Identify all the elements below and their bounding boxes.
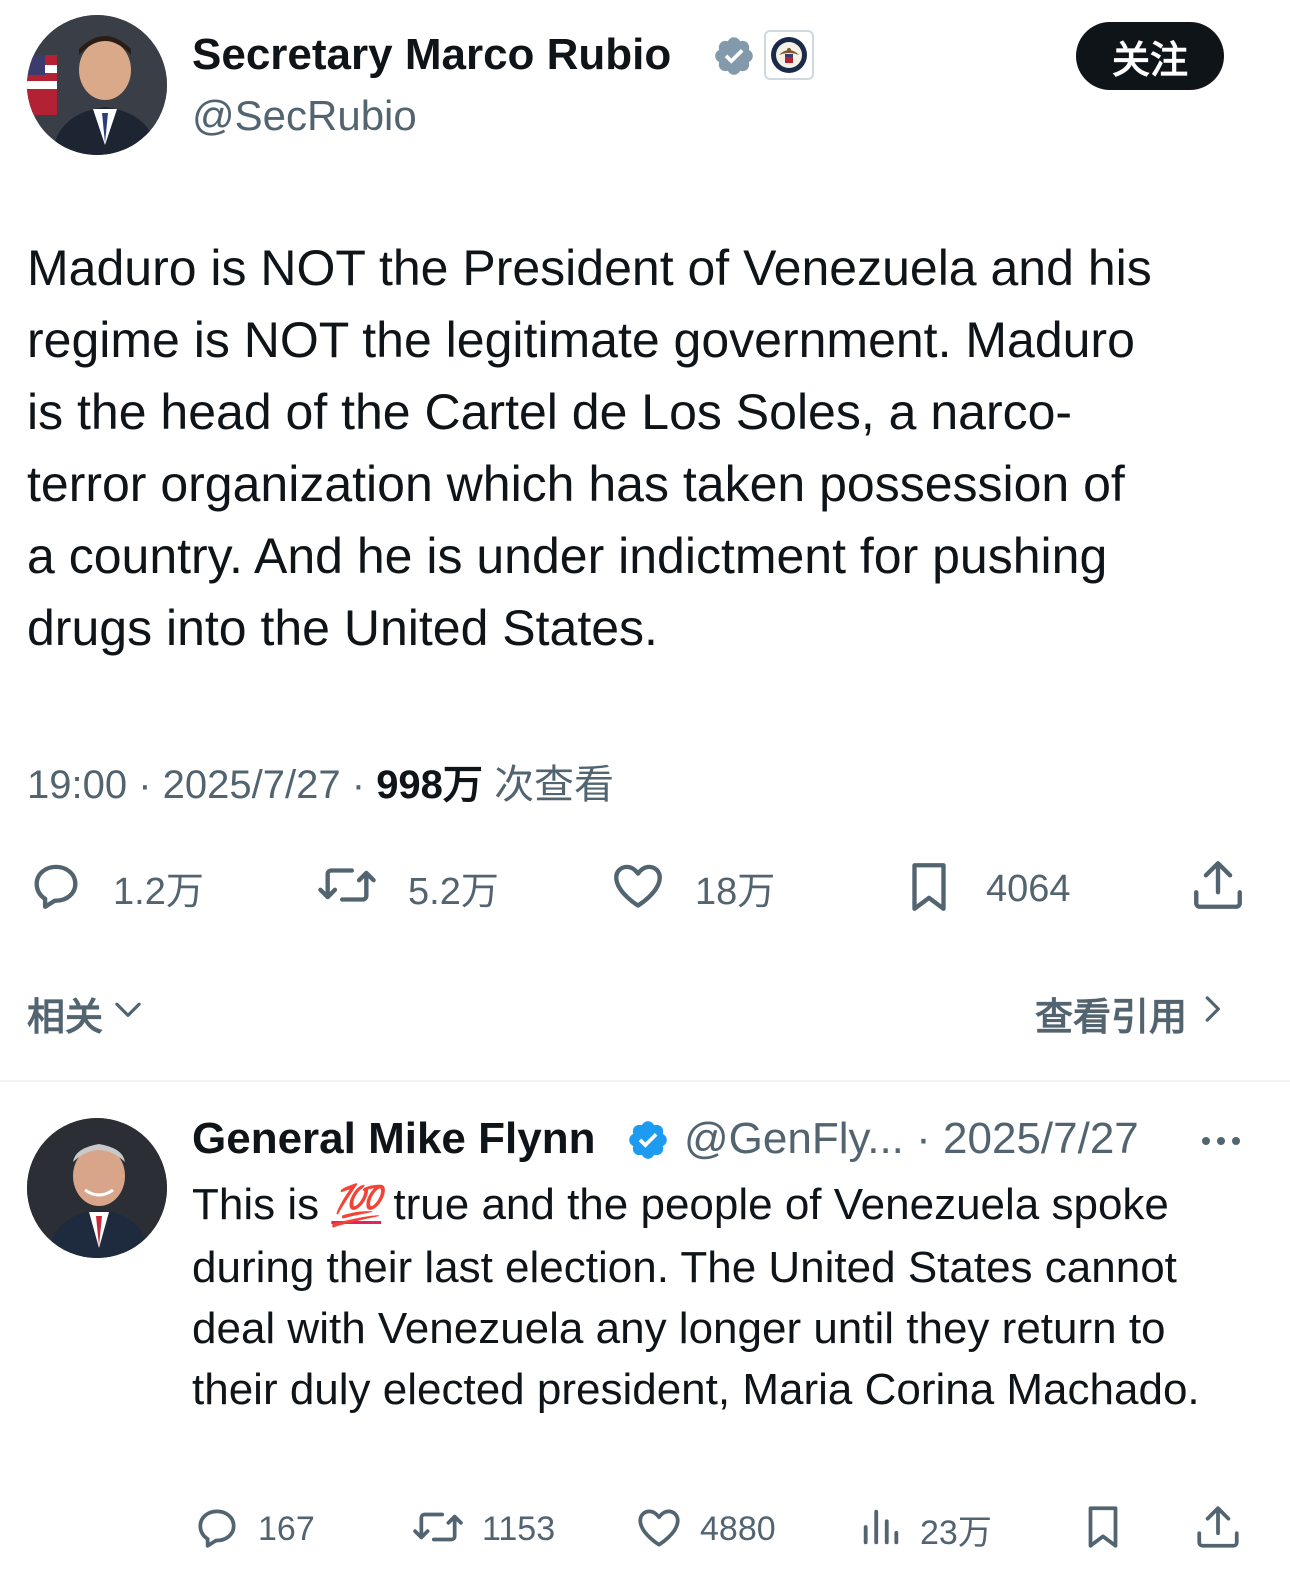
reply-text-start: This is <box>192 1180 332 1229</box>
reply-views-count: 23万 <box>920 1514 992 1552</box>
section-divider <box>0 1080 1290 1082</box>
views-icon <box>858 1502 904 1557</box>
author-name[interactable]: Secretary Marco Rubio <box>192 30 671 80</box>
repost-icon <box>410 1502 466 1557</box>
views-label: 次查看 <box>494 763 615 807</box>
reply-repost-button[interactable]: 1153 <box>410 1502 555 1557</box>
tweet-date[interactable]: 2025/7/27 <box>163 763 341 807</box>
bookmark-icon <box>1078 1500 1128 1559</box>
views-count: 998万 <box>376 763 483 807</box>
reply-share-button[interactable] <box>1192 1502 1244 1557</box>
related-toggle[interactable]: 相关 <box>27 986 147 1041</box>
reply-author-avatar[interactable] <box>27 1118 167 1258</box>
repost-icon <box>314 856 380 919</box>
bookmark-icon <box>900 856 958 923</box>
reply-repost-count: 1153 <box>482 1510 556 1548</box>
share-button[interactable] <box>1188 856 1248 919</box>
state-dept-seal-icon <box>764 30 814 80</box>
reply-text: This is 💯 true and the people of Venezue… <box>192 1174 1262 1420</box>
repost-button[interactable]: 5.2万 <box>314 856 499 919</box>
bookmark-count: 4064 <box>986 868 1071 910</box>
like-button[interactable]: 18万 <box>609 856 775 919</box>
like-count: 18万 <box>695 871 776 913</box>
meta-separator: · <box>138 763 163 807</box>
meta-separator: · <box>351 763 377 807</box>
chevron-right-icon <box>1193 990 1231 1038</box>
reply-author-handle[interactable]: @GenFly... <box>684 1114 904 1163</box>
hundred-points-emoji: 💯 <box>331 1184 382 1228</box>
like-icon <box>634 1502 684 1557</box>
follow-button[interactable]: 关注 <box>1076 22 1224 90</box>
quotes-label: 查看引用 <box>1035 997 1188 1039</box>
verified-badge-icon <box>712 34 756 78</box>
more-icon[interactable] <box>1198 1126 1244 1156</box>
bookmark-button[interactable]: 4064 <box>900 856 1071 923</box>
reply-views-button[interactable]: 23万 <box>858 1502 992 1557</box>
related-label: 相关 <box>27 997 104 1039</box>
reply-icon <box>192 1502 242 1557</box>
tweet-meta: 19:00 · 2025/7/27 · 998万 次查看 <box>27 752 614 810</box>
reply-like-count: 4880 <box>700 1510 776 1548</box>
meta-separator: · <box>916 1114 944 1163</box>
author-avatar[interactable] <box>27 15 167 155</box>
reply-button[interactable]: 1.2万 <box>27 856 204 919</box>
reply-like-button[interactable]: 4880 <box>634 1502 776 1557</box>
reply-reply-button[interactable]: 167 <box>192 1502 315 1557</box>
reply-count: 1.2万 <box>113 871 204 913</box>
tweet-text: Maduro is NOT the President of Venezuela… <box>27 240 1152 656</box>
repost-count: 5.2万 <box>408 871 499 913</box>
reply-bookmark-button[interactable] <box>1078 1500 1128 1559</box>
like-icon <box>609 856 667 919</box>
view-quotes-link[interactable]: 查看引用 <box>1035 986 1231 1041</box>
reply-reply-count: 167 <box>258 1510 315 1548</box>
share-icon <box>1192 1502 1244 1557</box>
verified-badge-icon <box>626 1118 670 1162</box>
author-handle[interactable]: @SecRubio <box>192 92 417 140</box>
reply-date[interactable]: 2025/7/27 <box>943 1114 1139 1163</box>
reply-meta: @GenFly... · 2025/7/27 <box>684 1114 1139 1164</box>
tweet-time[interactable]: 19:00 <box>27 763 127 807</box>
share-icon <box>1188 856 1248 919</box>
reply-icon <box>27 856 85 919</box>
reply-author-name[interactable]: General Mike Flynn <box>192 1114 595 1164</box>
chevron-down-icon <box>109 990 147 1038</box>
